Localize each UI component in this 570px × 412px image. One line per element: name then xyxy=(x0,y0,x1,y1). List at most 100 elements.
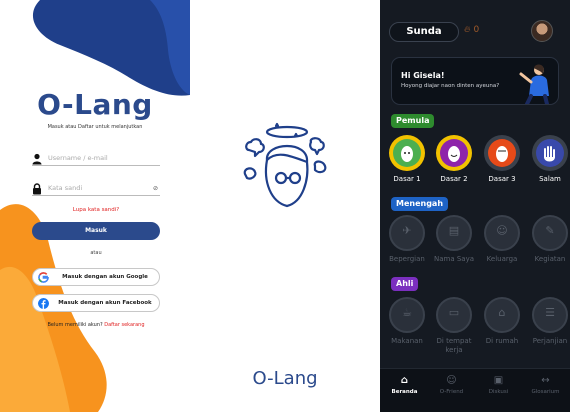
house-icon: ⌂ xyxy=(498,306,506,319)
id-card-icon: ▤ xyxy=(448,224,460,237)
unit-dasar-3[interactable]: Dasar 3 xyxy=(480,135,524,184)
tab-label: Beranda xyxy=(391,389,418,395)
tab-diskusi[interactable]: ▣ Diskusi xyxy=(476,375,521,395)
unit-makanan[interactable]: ☕︎ Makanan xyxy=(385,297,429,346)
home-screen: Sunda 🔥︎ 0 Hi Gisela! Hoyong diajar naon… xyxy=(380,0,570,412)
unit-progress-ring: ☕︎ xyxy=(389,297,425,333)
unit-label: Dasar 2 xyxy=(440,175,468,183)
unit-label: Nama Saya xyxy=(433,255,475,263)
unit-bepergian[interactable]: ✈︎ Bepergian xyxy=(385,215,429,264)
unit-icon-bg xyxy=(393,139,421,167)
unit-progress-ring: ✈︎ xyxy=(389,215,425,251)
unit-label: Perjanjian xyxy=(532,337,568,345)
home-icon: ⌂ xyxy=(400,375,409,386)
google-login-label: Masuk dengan akun Google xyxy=(62,274,148,280)
unit-label: Kegiatan xyxy=(534,255,566,263)
password-field[interactable]: Kata sandi ⊘ xyxy=(32,182,160,196)
level-badge-pemula: Pemula xyxy=(391,114,435,128)
google-icon xyxy=(38,272,49,283)
tab-glosarium[interactable]: ↔ Glosarium xyxy=(523,375,568,395)
unit-progress-ring xyxy=(532,135,568,171)
chat-icon: ▣ xyxy=(493,375,504,386)
unit-label: Makanan xyxy=(391,337,423,345)
level-badge-menengah: Menengah xyxy=(391,197,449,211)
flame-icon: 🔥︎ xyxy=(464,25,471,35)
unit-label: Salam xyxy=(539,175,561,183)
family-icon: ☺ xyxy=(496,224,508,237)
unit-kegiatan[interactable]: ✎ Kegiatan xyxy=(528,215,570,264)
username-field[interactable]: Username / e-mail xyxy=(32,152,160,166)
unit-icon-bg xyxy=(440,139,468,167)
greeting-card: Hi Gisela! Hoyong diajar naon dinten aye… xyxy=(391,57,559,105)
register-prompt: Belum memiliki akun? Daftar sekarang xyxy=(32,322,160,328)
tab-beranda[interactable]: ⌂ Beranda xyxy=(382,375,427,395)
unit-di-rumah[interactable]: ⌂ Di rumah xyxy=(480,297,524,346)
bottom-tab-bar: ⌂ Beranda ☺ O-Friend ▣ Diskusi ↔ Glosari… xyxy=(380,368,570,412)
unit-di-tempat-kerja[interactable]: ▭ Di tempat kerja xyxy=(432,297,476,355)
greeting-title: Hi Gisela! xyxy=(401,71,445,80)
splash-app-name: O-Lang xyxy=(252,368,318,389)
unit-label: Dasar 1 xyxy=(393,175,421,183)
avatar[interactable] xyxy=(531,20,553,42)
no-account-text: Belum memiliki akun? xyxy=(47,322,103,328)
unit-label: Keluarga xyxy=(486,255,518,263)
unit-keluarga[interactable]: ☺ Keluarga xyxy=(480,215,524,264)
unit-progress-ring: ⌂ xyxy=(484,297,520,333)
tab-o-friend[interactable]: ☺ O-Friend xyxy=(429,375,474,395)
unit-progress-ring xyxy=(484,135,520,171)
unit-progress-ring: ✎ xyxy=(532,215,568,251)
unit-progress-ring: ▤ xyxy=(436,215,472,251)
streak-value: 0 xyxy=(473,25,480,35)
language-selector[interactable]: Sunda xyxy=(389,22,459,42)
tab-label: Diskusi xyxy=(488,389,509,395)
unit-dasar-1[interactable]: Dasar 1 xyxy=(385,135,429,184)
unit-icon-bg xyxy=(536,139,564,167)
register-link[interactable]: Daftar sekarang xyxy=(104,322,144,328)
or-divider: atau xyxy=(90,250,102,256)
tab-label: Glosarium xyxy=(531,389,560,395)
o-lang-mascot-logo xyxy=(243,122,327,208)
person-icon: ☺ xyxy=(446,375,457,386)
lock-icon xyxy=(33,183,41,195)
unit-perjanjian[interactable]: ☰ Perjanjian xyxy=(528,297,570,346)
login-button[interactable]: Masuk xyxy=(32,222,160,240)
eye-off-icon[interactable]: ⊘ xyxy=(153,185,158,192)
greeting-subtitle: Hoyong diajar naon dinten ayeuna? xyxy=(401,83,500,89)
egg-icon xyxy=(448,146,460,162)
forgot-password-link[interactable]: Lupa kata sandi? xyxy=(32,207,160,213)
unit-label: Dasar 3 xyxy=(488,175,516,183)
laptop-icon: ▭ xyxy=(448,306,460,319)
decorative-blobs xyxy=(0,0,190,412)
unit-label: Di rumah xyxy=(485,337,519,345)
pencil-icon: ✎ xyxy=(545,224,555,237)
screens: O-Lang Masuk atau Daftar untuk melanjutk… xyxy=(0,0,570,412)
google-login-button[interactable]: Masuk dengan akun Google xyxy=(32,268,160,286)
unit-progress-ring: ☰ xyxy=(532,297,568,333)
document-icon: ☰ xyxy=(545,306,555,319)
hand-wave-icon xyxy=(544,146,555,162)
unit-icon-bg xyxy=(488,139,516,167)
login-tagline: Masuk atau Daftar untuk melanjutkan xyxy=(47,124,143,130)
streak-counter: 🔥︎ 0 xyxy=(464,25,479,35)
unit-label: Bepergian xyxy=(389,255,425,263)
username-placeholder: Username / e-mail xyxy=(48,154,108,162)
user-icon xyxy=(32,153,42,165)
egg-icon xyxy=(496,146,508,162)
facebook-login-button[interactable]: Masuk dengan akun Facebook xyxy=(32,294,160,312)
facebook-login-label: Masuk dengan akun Facebook xyxy=(58,300,152,306)
unit-dasar-2[interactable]: Dasar 2 xyxy=(432,135,476,184)
tab-label: O-Friend xyxy=(439,389,464,395)
app-logo-text: O-Lang xyxy=(37,88,153,121)
unit-label: Di tempat kerja xyxy=(436,337,472,354)
unit-nama-saya[interactable]: ▤ Nama Saya xyxy=(432,215,476,264)
unit-progress-ring xyxy=(389,135,425,171)
unit-salam[interactable]: Salam xyxy=(528,135,570,184)
password-placeholder: Kata sandi xyxy=(48,184,83,192)
login-screen: O-Lang Masuk atau Daftar untuk melanjutk… xyxy=(0,0,190,412)
unit-progress-ring xyxy=(436,135,472,171)
food-icon: ☕︎ xyxy=(402,306,412,319)
level-badge-ahli: Ahli xyxy=(391,277,419,291)
plane-icon: ✈︎ xyxy=(402,224,412,237)
facebook-icon xyxy=(38,298,49,309)
splash-screen: O-Lang xyxy=(190,0,380,412)
